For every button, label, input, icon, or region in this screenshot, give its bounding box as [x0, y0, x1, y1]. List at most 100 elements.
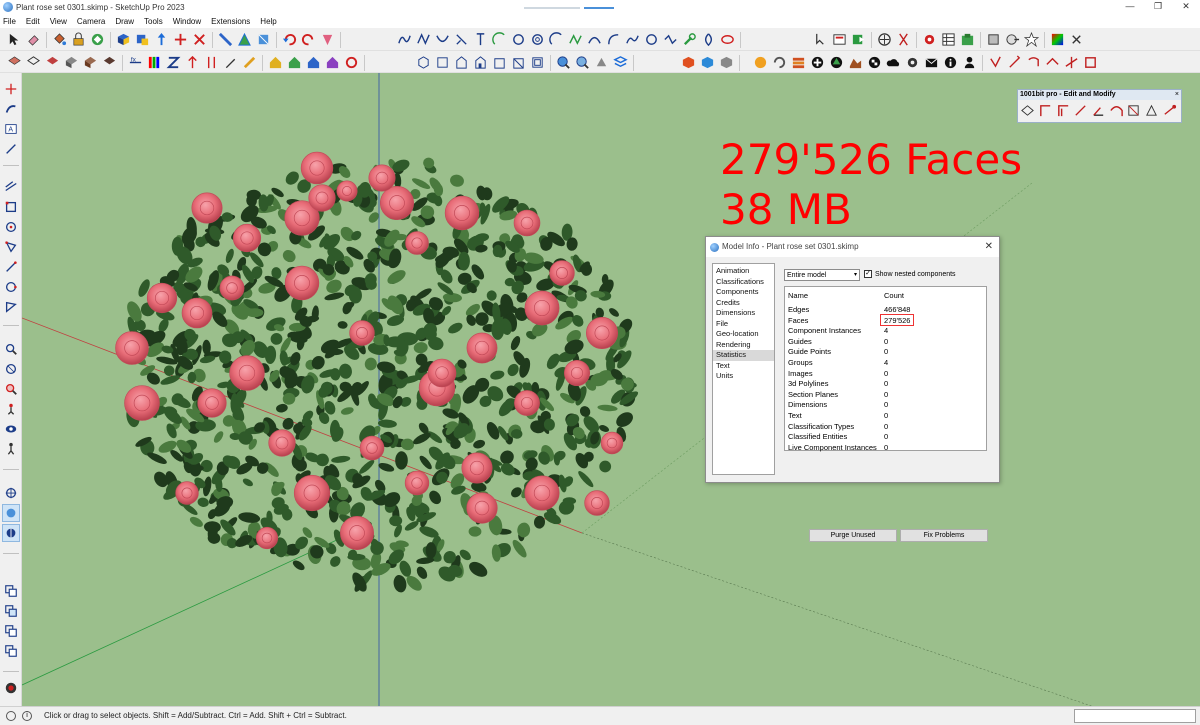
z-tool-icon[interactable] — [165, 54, 182, 71]
redo-icon[interactable] — [300, 31, 317, 48]
gear-icon[interactable] — [904, 54, 921, 71]
add-icon[interactable] — [809, 54, 826, 71]
edit-tool-6-icon[interactable] — [1082, 54, 1099, 71]
arc-tool-icon[interactable] — [548, 31, 565, 48]
section-cut-icon[interactable] — [1004, 31, 1021, 48]
house-blue-icon[interactable] — [305, 54, 322, 71]
nav-item-units[interactable]: Units — [713, 371, 774, 382]
pointer-tool-icon[interactable] — [812, 31, 829, 48]
refresh-icon[interactable] — [771, 54, 788, 71]
circle-tool-icon[interactable] — [510, 31, 527, 48]
arc-green-icon[interactable] — [491, 31, 508, 48]
nav-item-animation[interactable]: Animation — [713, 266, 774, 277]
statistics-scope-select[interactable]: Entire model ▾ — [784, 269, 860, 281]
nav-item-file[interactable]: File — [713, 319, 774, 330]
look-around-icon[interactable] — [3, 421, 19, 437]
scenes-panel-icon[interactable] — [3, 643, 19, 659]
ellipse-tool-icon[interactable] — [719, 31, 736, 48]
zoom-tool-icon[interactable] — [3, 341, 19, 357]
bit-tool-4-icon[interactable] — [1073, 102, 1089, 119]
orange-tool-icon[interactable] — [752, 54, 769, 71]
bit-tool-6-icon[interactable] — [1108, 102, 1124, 119]
star-icon[interactable] — [1023, 31, 1040, 48]
nav-item-text[interactable]: Text — [713, 361, 774, 372]
stop-icon[interactable] — [3, 680, 19, 696]
table-icon[interactable] — [940, 31, 957, 48]
move-red-icon[interactable] — [172, 31, 189, 48]
info-icon[interactable] — [942, 54, 959, 71]
floating-toolbar-title[interactable]: 1001bit pro - Edit and Modify × — [1018, 90, 1181, 100]
house-purple-icon[interactable] — [324, 54, 341, 71]
terrain-icon[interactable] — [847, 54, 864, 71]
wrench-icon[interactable] — [681, 31, 698, 48]
view-left-icon[interactable] — [510, 54, 527, 71]
color-bars-icon[interactable] — [146, 54, 163, 71]
extension-warehouse-icon[interactable] — [959, 31, 976, 48]
scissors-icon[interactable] — [895, 31, 912, 48]
spiral-red-icon[interactable] — [343, 54, 360, 71]
offset-icon[interactable] — [236, 31, 253, 48]
house-yellow-icon[interactable] — [267, 54, 284, 71]
stamp-icon[interactable] — [319, 31, 336, 48]
follow-me-icon[interactable] — [217, 31, 234, 48]
edit-tool-3-icon[interactable] — [1025, 54, 1042, 71]
view-top-icon[interactable] — [434, 54, 451, 71]
info-status-icon[interactable]: i — [22, 711, 32, 721]
teardrop-icon[interactable] — [700, 31, 717, 48]
model-info-title-bar[interactable]: Model Info - Plant rose set 0301.skimp ✕ — [706, 237, 999, 257]
mail-icon[interactable] — [923, 54, 940, 71]
group-icon[interactable] — [134, 31, 151, 48]
arc-draw-icon[interactable] — [3, 259, 19, 275]
follow-draw-icon[interactable] — [3, 299, 19, 315]
outliner-icon[interactable] — [3, 583, 19, 599]
curve-tool-6-icon[interactable] — [567, 31, 584, 48]
polygon-tool-icon[interactable] — [643, 31, 660, 48]
tree-icon[interactable] — [828, 54, 845, 71]
layout-icon[interactable] — [831, 31, 848, 48]
lock-icon[interactable] — [70, 31, 87, 48]
lines-tool-icon[interactable] — [3, 179, 19, 195]
style-wireframe-icon[interactable] — [25, 54, 42, 71]
edit-tool-4-icon[interactable] — [1044, 54, 1061, 71]
geo-location-status-icon[interactable] — [6, 711, 16, 721]
menu-help[interactable]: Help — [260, 17, 276, 26]
measurements-box[interactable] — [1074, 709, 1196, 723]
menu-tools[interactable]: Tools — [144, 17, 163, 26]
orbit-icon[interactable] — [3, 361, 19, 377]
show-nested-checkbox[interactable]: ✓ — [864, 270, 872, 278]
export-icon[interactable] — [850, 31, 867, 48]
curve-tool-9-icon[interactable] — [624, 31, 641, 48]
circle-draw-icon[interactable] — [3, 219, 19, 235]
nav-item-credits[interactable]: Credits — [713, 298, 774, 309]
flip-arrows-icon[interactable] — [203, 54, 220, 71]
nav-item-components[interactable]: Components — [713, 287, 774, 298]
eraser-icon[interactable] — [25, 31, 42, 48]
curve-tool-10-icon[interactable] — [662, 31, 679, 48]
menu-window[interactable]: Window — [173, 17, 201, 26]
section-tool-icon[interactable] — [2, 524, 20, 542]
user-icon[interactable] — [961, 54, 978, 71]
stack-icon[interactable] — [790, 54, 807, 71]
color-gradient-icon[interactable] — [1049, 31, 1066, 48]
style-shaded-icon[interactable] — [63, 54, 80, 71]
nav-item-statistics[interactable]: Statistics — [713, 350, 774, 361]
cross-tool-icon[interactable] — [1068, 31, 1085, 48]
rectangle-tool-icon[interactable] — [3, 199, 19, 215]
tags-panel-icon[interactable] — [3, 623, 19, 639]
nav-item-classifications[interactable]: Classifications — [713, 277, 774, 288]
solid-red-icon[interactable] — [680, 54, 697, 71]
text-tool-icon[interactable]: A — [3, 121, 19, 137]
freehand-icon[interactable] — [3, 101, 19, 117]
bit-tool-7-icon[interactable] — [1126, 102, 1142, 119]
paint-bucket-icon[interactable] — [51, 31, 68, 48]
menu-draw[interactable]: Draw — [115, 17, 134, 26]
scale-tool-icon[interactable] — [3, 141, 19, 157]
push-pull-icon[interactable] — [153, 31, 170, 48]
show-nested-components-option[interactable]: ✓ Show nested components — [864, 270, 956, 278]
floating-toolbar-close-button[interactable]: × — [1175, 90, 1179, 100]
pencil-icon[interactable] — [222, 54, 239, 71]
previous-view-icon[interactable] — [593, 54, 610, 71]
style-hidden-line-icon[interactable] — [44, 54, 61, 71]
curve-tool-3-icon[interactable] — [434, 31, 451, 48]
edit-tool-2-icon[interactable] — [1006, 54, 1023, 71]
